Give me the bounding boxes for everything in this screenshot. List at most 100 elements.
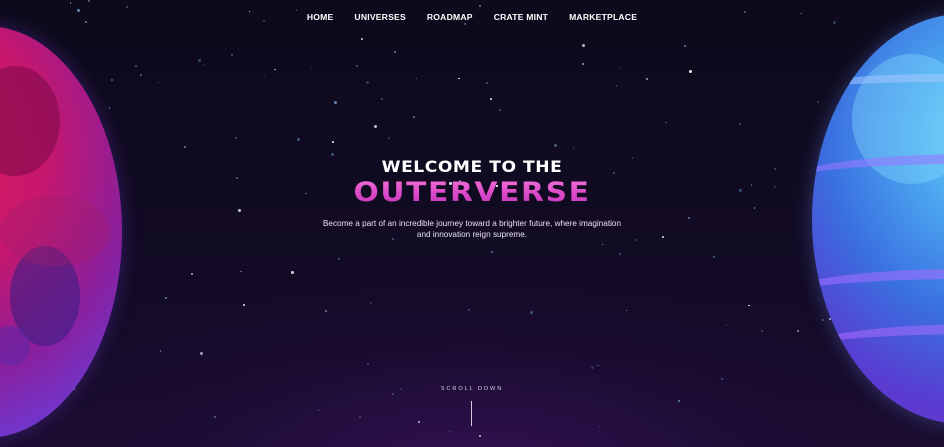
scroll-down-line xyxy=(471,401,472,426)
star xyxy=(365,80,369,84)
hero-heading-brand: OUTERVERSE xyxy=(252,178,692,208)
star xyxy=(486,82,488,84)
star xyxy=(750,184,753,186)
star xyxy=(739,188,742,192)
scroll-down-label[interactable]: SCROLL DOWN xyxy=(0,386,944,392)
star xyxy=(234,137,237,140)
star xyxy=(725,324,728,326)
star xyxy=(125,5,128,8)
crater xyxy=(0,66,60,176)
nav-item-crate-mint[interactable]: CRATE MINT xyxy=(483,11,558,23)
star xyxy=(159,350,162,352)
star xyxy=(355,65,358,68)
hero-subtitle: Become a part of an incredible journey t… xyxy=(322,219,622,239)
star xyxy=(688,216,691,219)
star xyxy=(598,425,601,428)
planet-band xyxy=(812,269,944,329)
star xyxy=(69,2,72,4)
star xyxy=(108,107,111,109)
star xyxy=(615,85,618,87)
nav-item-roadmap[interactable]: ROADMAP xyxy=(416,11,483,23)
star xyxy=(597,364,599,367)
star xyxy=(738,122,741,125)
star xyxy=(361,38,363,40)
star xyxy=(688,70,692,74)
star xyxy=(554,144,558,148)
star xyxy=(774,168,776,170)
star xyxy=(191,272,194,275)
star xyxy=(369,301,372,304)
hero-heading-welcome: WELCOME TO THE xyxy=(381,157,563,176)
star xyxy=(213,415,216,418)
star xyxy=(135,64,138,67)
star xyxy=(387,137,390,140)
nav-item-marketplace[interactable]: MARKETPLACE xyxy=(559,11,648,23)
star xyxy=(582,43,586,47)
star xyxy=(415,77,418,80)
star xyxy=(157,81,160,84)
star xyxy=(797,330,799,332)
star xyxy=(274,68,276,71)
star xyxy=(619,67,621,70)
star xyxy=(238,208,242,212)
star xyxy=(263,74,266,77)
star xyxy=(230,53,233,56)
nav-item-universes[interactable]: UNIVERSES xyxy=(344,11,416,23)
star xyxy=(479,5,482,8)
star xyxy=(225,317,228,320)
star xyxy=(753,207,756,209)
star xyxy=(458,77,460,80)
star xyxy=(490,250,493,253)
star xyxy=(393,50,396,53)
star xyxy=(235,176,238,179)
star xyxy=(417,420,420,423)
star xyxy=(359,416,361,418)
star xyxy=(646,77,648,80)
star xyxy=(572,146,575,149)
star xyxy=(490,98,493,101)
star xyxy=(412,116,415,119)
star xyxy=(582,62,585,65)
star xyxy=(748,304,750,307)
crater xyxy=(0,196,110,266)
star xyxy=(338,257,341,260)
star xyxy=(334,101,338,105)
star xyxy=(392,393,395,396)
star xyxy=(296,138,300,142)
star xyxy=(184,145,187,148)
star xyxy=(761,330,764,333)
star xyxy=(139,73,142,76)
star xyxy=(720,377,723,380)
star xyxy=(242,303,245,306)
nav-item-home[interactable]: HOME xyxy=(296,11,344,23)
star xyxy=(684,45,687,48)
star xyxy=(478,434,481,437)
star xyxy=(774,185,777,188)
star xyxy=(529,310,533,314)
star xyxy=(678,399,680,402)
landing-page: HOME UNIVERSES ROADMAP CRATE MINT MARKET… xyxy=(0,0,944,447)
star xyxy=(464,22,467,25)
star xyxy=(197,58,201,62)
star xyxy=(713,256,715,258)
planet-band xyxy=(812,154,944,204)
star xyxy=(87,0,90,3)
star xyxy=(665,121,667,124)
main-navigation: HOME UNIVERSES ROADMAP CRATE MINT MARKET… xyxy=(0,11,944,23)
star xyxy=(625,309,628,312)
star xyxy=(601,243,604,246)
star xyxy=(373,124,377,128)
star xyxy=(317,409,320,411)
hero-section: WELCOME TO THE OUTERVERSE Become a part … xyxy=(272,156,672,240)
planet-band xyxy=(812,74,944,118)
star xyxy=(590,365,594,369)
star xyxy=(380,98,383,101)
star xyxy=(449,430,451,433)
star xyxy=(199,351,203,355)
star xyxy=(377,333,380,336)
star xyxy=(324,309,327,312)
star xyxy=(203,64,206,66)
star xyxy=(240,270,242,273)
star xyxy=(291,270,295,274)
star xyxy=(618,253,621,256)
